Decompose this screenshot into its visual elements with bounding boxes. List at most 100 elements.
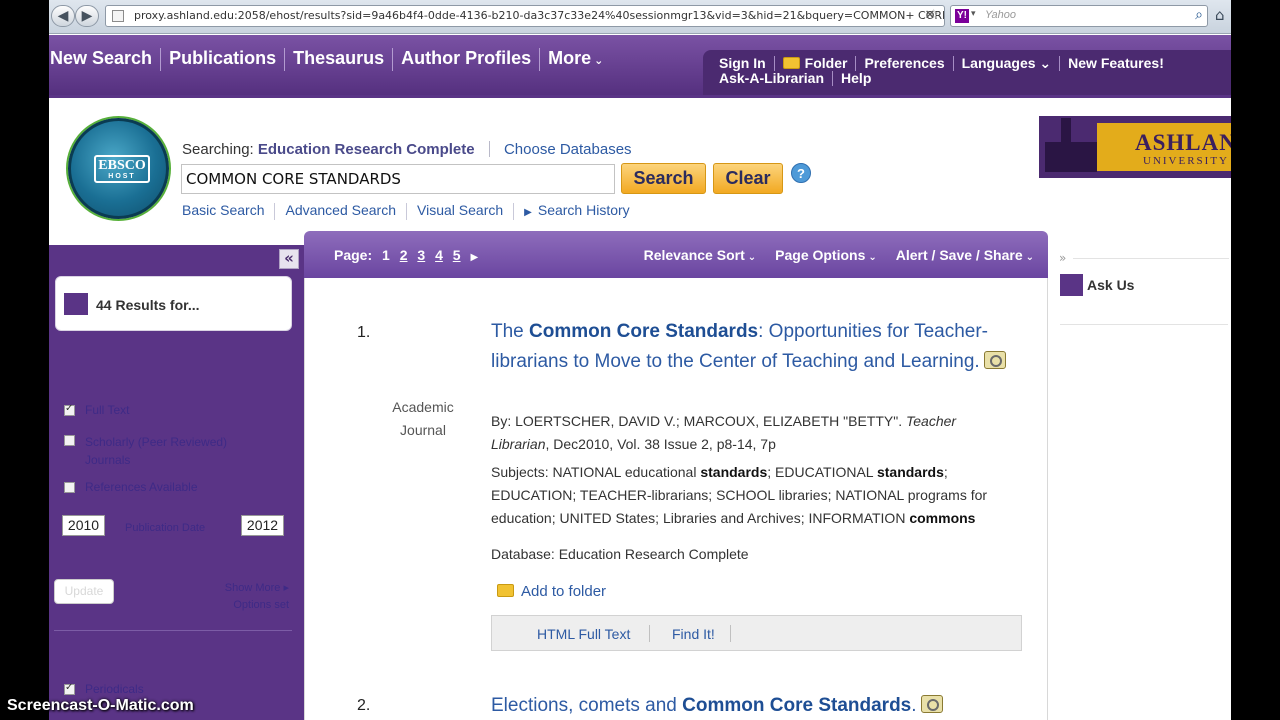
folder-icon <box>782 57 800 69</box>
add-to-folder-link[interactable]: Add to folder <box>497 583 606 600</box>
search-button[interactable]: Search <box>621 163 706 194</box>
result-number: 2. <box>357 697 371 714</box>
advanced-search-link[interactable]: Advanced Search <box>275 203 408 220</box>
user-tools: Sign In Folder Preferences Languages ⌄ N… <box>703 50 1231 95</box>
relevance-sort-dropdown[interactable]: Relevance Sort ⌄ <box>644 247 757 263</box>
relevance-sort-label: Relevance Sort <box>643 247 745 263</box>
html-full-text-link[interactable]: HTML Full Text <box>537 626 630 642</box>
logo-tower <box>1061 118 1071 172</box>
alert-save-share-dropdown[interactable]: Alert / Save / Share ⌄ <box>896 247 1034 263</box>
checkbox[interactable] <box>64 482 75 493</box>
logo-sub: UNIVERSITY <box>1143 155 1229 167</box>
divider <box>730 625 731 642</box>
divider <box>1073 258 1229 259</box>
help-icon[interactable]: ? <box>791 163 811 183</box>
back-icon[interactable]: ◀ <box>51 5 75 27</box>
title-highlight: Common Core Standards <box>529 321 759 342</box>
folder-label: Folder <box>804 55 848 71</box>
caret-right-icon: ▶ <box>524 207 532 218</box>
search-history-label: Search History <box>537 202 630 218</box>
page-1-link[interactable]: 1 <box>382 247 390 263</box>
source-details: , Dec2010, Vol. 38 Issue 2, p8-14, 7p <box>545 436 776 452</box>
subject-highlight: commons <box>909 510 976 526</box>
logo-building <box>1045 142 1097 172</box>
searching-row: Searching: Education Research Complete C… <box>182 141 632 158</box>
pagination: Page: 1 2 3 4 5 ▶ <box>334 247 478 263</box>
alert-save-share-label: Alert / Save / Share <box>895 247 1023 263</box>
sign-in-link[interactable]: Sign In <box>719 56 775 71</box>
add-to-folder-label: Add to folder <box>521 583 607 600</box>
preferences-link[interactable]: Preferences <box>856 56 954 71</box>
search-input[interactable]: COMMON CORE STANDARDS <box>181 164 615 194</box>
searching-label: Searching: <box>182 141 254 158</box>
chevron-down-icon: ⌄ <box>747 252 757 263</box>
home-icon[interactable]: ⌂ <box>1215 6 1231 24</box>
ashland-university-logo[interactable]: ASHLAN UNIVERSITY <box>1039 116 1231 178</box>
publication-date-label: Publication Date <box>125 522 206 534</box>
nav-publications[interactable]: Publications <box>161 48 286 71</box>
chevron-down-icon: ⌄ <box>868 252 877 263</box>
ebsco-host-logo[interactable]: EBSCO HOST <box>68 118 169 219</box>
nav-new-search[interactable]: New Search <box>49 48 162 71</box>
full-text-links: HTML Full Text Find It! <box>491 615 1022 651</box>
screen: ◀ ▶ proxy.ashland.edu:2058/ehost/results… <box>0 0 1280 720</box>
ask-a-librarian-link[interactable]: Ask-A-Librarian <box>719 71 834 86</box>
from-year-input[interactable]: 2010 <box>62 515 105 536</box>
search-mode-links: Basic Search Advanced Search Visual Sear… <box>182 203 640 220</box>
show-more-link[interactable]: Show More ▸ Options set <box>209 580 289 614</box>
browser-search-placeholder: Yahoo <box>985 9 1016 21</box>
forward-icon[interactable]: ▶ <box>75 5 99 27</box>
preview-icon[interactable] <box>920 695 943 713</box>
subject-highlight: standards <box>700 464 768 480</box>
result-title-link[interactable]: The Common Core Standards: Opportunities… <box>491 317 1011 377</box>
limiter-label: Scholarly (Peer Reviewed) Journals <box>85 435 228 467</box>
nav-author-profiles[interactable]: Author Profiles <box>393 48 541 71</box>
new-features-link[interactable]: New Features! <box>1060 56 1172 71</box>
page-4-link[interactable]: 4 <box>435 247 443 263</box>
right-sidebar: » Ask Us <box>1048 245 1231 720</box>
visual-search-link[interactable]: Visual Search <box>407 203 515 220</box>
help-link[interactable]: Help <box>833 71 879 86</box>
next-page-icon[interactable]: ▶ <box>470 252 478 263</box>
results-count: 44 Results for... <box>96 297 200 313</box>
browser-window: ◀ ▶ proxy.ashland.edu:2058/ehost/results… <box>49 0 1231 720</box>
basic-search-link[interactable]: Basic Search <box>182 203 276 220</box>
ask-us-heading[interactable]: Ask Us <box>1087 277 1134 293</box>
title-text: Elections, comets and <box>491 695 683 716</box>
page-options-dropdown[interactable]: Page Options ⌄ <box>775 247 877 263</box>
clear-button[interactable]: Clear <box>713 163 783 194</box>
nav-more[interactable]: More ⌄ <box>540 48 611 71</box>
logo-name: ASHLAN <box>1135 130 1231 155</box>
languages-link[interactable]: Languages ⌄ <box>954 56 1061 71</box>
choose-databases-link[interactable]: Choose Databases <box>504 141 632 158</box>
collapse-left-icon[interactable]: « <box>279 249 299 269</box>
browser-toolbar: ◀ ▶ proxy.ashland.edu:2058/ehost/results… <box>49 0 1231 34</box>
chevron-down-icon[interactable]: ▾ <box>971 9 976 19</box>
page-3-link[interactable]: 3 <box>417 247 425 263</box>
title-text: The <box>491 321 530 342</box>
panel-marker-icon <box>64 293 88 315</box>
results-for-panel[interactable]: 44 Results for... <box>55 276 292 331</box>
checkbox[interactable] <box>64 682 75 695</box>
checkbox[interactable] <box>64 403 75 416</box>
result-source: By: LOERTSCHER, DAVID V.; MARCOUX, ELIZA… <box>491 410 1001 456</box>
page-5-link[interactable]: 5 <box>453 247 461 263</box>
result-subjects: Subjects: NATIONAL educational standards… <box>491 461 1031 530</box>
yahoo-icon: Y! <box>955 9 969 23</box>
address-bar[interactable]: proxy.ashland.edu:2058/ehost/results?sid… <box>105 5 945 27</box>
update-button[interactable]: Update <box>54 579 114 604</box>
result-database: Database: Education Research Complete <box>491 546 749 562</box>
collapse-right-icon[interactable]: » <box>1059 251 1066 265</box>
checkbox[interactable] <box>64 435 75 446</box>
browser-search-box[interactable]: Y! ▾ Yahoo ⌕ <box>950 5 1208 27</box>
search-icon[interactable]: ⌕ <box>1195 7 1203 23</box>
find-it-link[interactable]: Find It! <box>672 626 715 642</box>
search-history-link[interactable]: ▶ Search History <box>514 203 640 220</box>
close-icon[interactable]: ✕ <box>921 7 939 25</box>
result-title-link[interactable]: Elections, comets and Common Core Standa… <box>491 691 1031 720</box>
page-2-link[interactable]: 2 <box>400 247 408 263</box>
preview-icon[interactable] <box>983 351 1006 369</box>
folder-link[interactable]: Folder <box>775 56 857 71</box>
to-year-input[interactable]: 2012 <box>241 515 284 536</box>
nav-thesaurus[interactable]: Thesaurus <box>285 48 394 71</box>
